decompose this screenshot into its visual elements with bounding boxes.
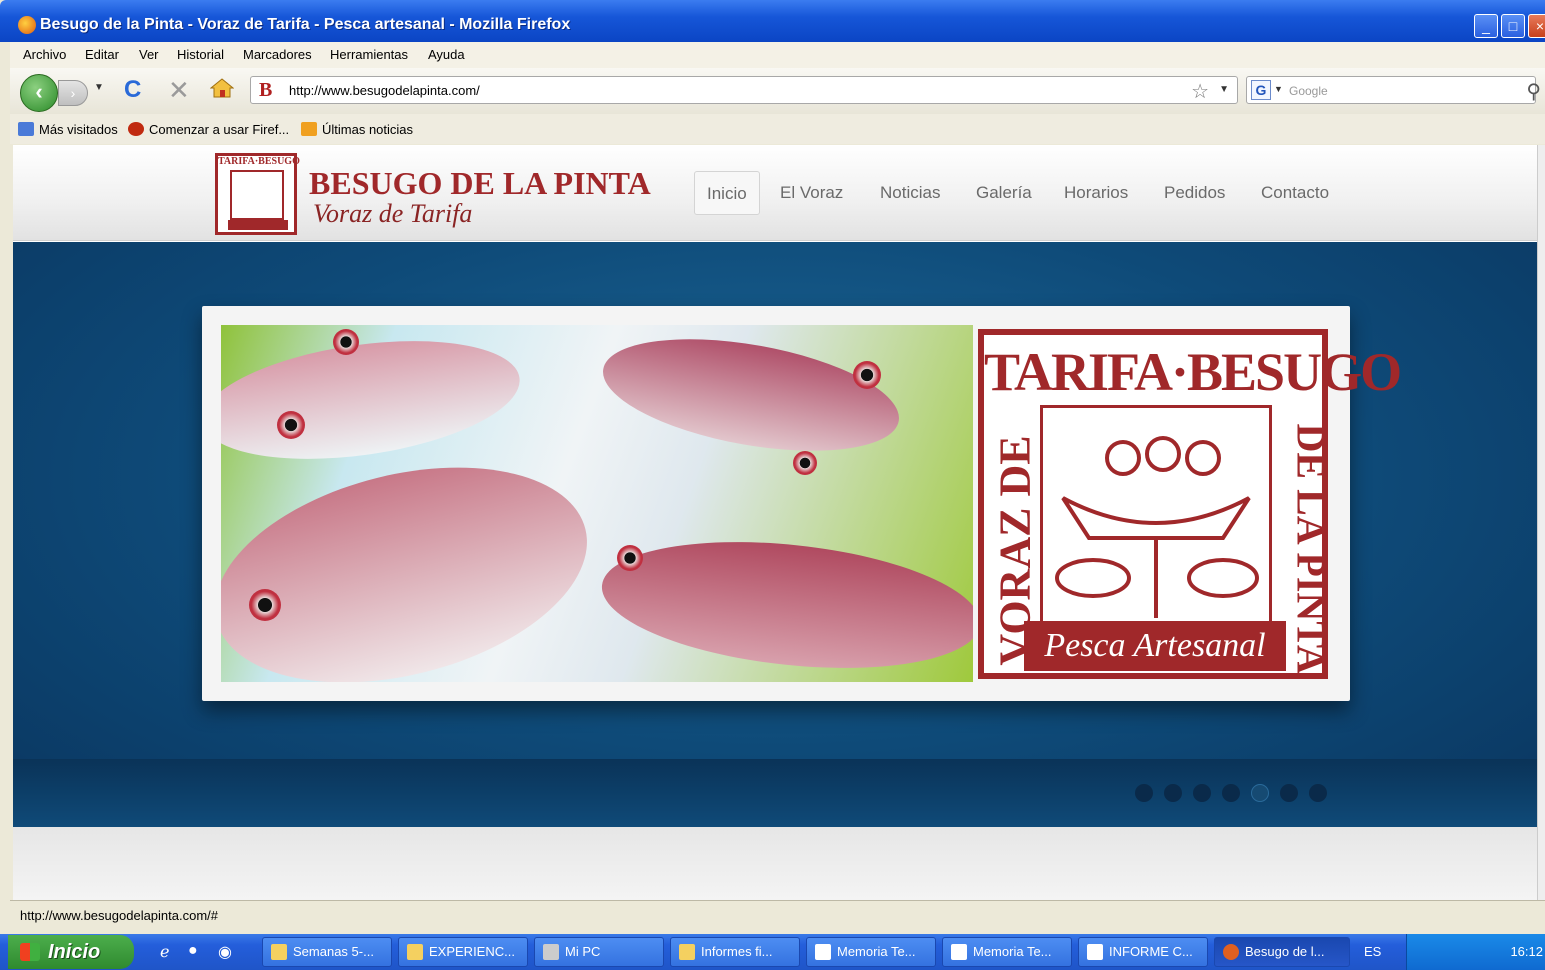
system-tray: 16:12 (1406, 934, 1545, 970)
search-bar[interactable]: G ▼ Google ⚲ (1246, 76, 1541, 104)
reload-icon[interactable]: C (124, 76, 141, 104)
bookmarks-bar: Más visitados Comenzar a usar Firef... Ú… (10, 114, 1545, 144)
task-memoria-2[interactable]: Memoria Te... (942, 937, 1072, 967)
task-mi-pc[interactable]: Mi PC (534, 937, 664, 967)
site-favicon: B (259, 79, 273, 101)
web-page: TARIFA·BESUGO BESUGO DE LA PINTA Voraz d… (13, 145, 1537, 900)
slider-dot[interactable] (1193, 784, 1211, 802)
firefox-bookmark-icon (128, 122, 144, 136)
bookmark-ultimas-noticias[interactable]: Últimas noticias (301, 122, 413, 137)
brand-name[interactable]: BESUGO DE LA PINTA (309, 165, 651, 202)
menu-bar: Archivo Editar Ver Historial Marcadores … (10, 42, 1545, 68)
slider-dot[interactable] (1135, 784, 1153, 802)
url-dropdown-icon[interactable]: ▼ (1219, 84, 1229, 95)
stamp-illustration (1040, 405, 1272, 643)
navigation-toolbar: ‹ › ▼ C ✕ B http://www.besugodelapinta.c… (10, 68, 1545, 114)
url-text[interactable]: http://www.besugodelapinta.com/ (289, 83, 480, 98)
status-text: http://www.besugodelapinta.com/# (20, 908, 219, 923)
task-informe-c[interactable]: INFORME C... (1078, 937, 1208, 967)
menu-herramientas[interactable]: Herramientas (330, 47, 408, 62)
brand-tagline: Voraz de Tarifa (313, 199, 473, 228)
rss-icon (301, 122, 317, 136)
minimize-button[interactable]: _ (1474, 14, 1498, 38)
stamp-top-text: TARIFA·BESUGO (984, 342, 1402, 402)
fish-eye (277, 411, 305, 439)
url-bar[interactable]: B http://www.besugodelapinta.com/ ☆ ▼ (250, 76, 1238, 104)
google-engine-icon[interactable]: G (1251, 80, 1271, 100)
menu-historial[interactable]: Historial (177, 47, 224, 62)
stamp-right-text: DE LA PINTA (1288, 423, 1334, 674)
quicklaunch-icon-2[interactable]: ◉ (218, 942, 232, 962)
content-area (13, 827, 1537, 900)
fish-eye (617, 545, 643, 571)
start-button[interactable]: Inicio (8, 935, 134, 969)
nav-pedidos[interactable]: Pedidos (1164, 171, 1225, 215)
stop-icon[interactable]: ✕ (168, 75, 190, 106)
nav-galeria[interactable]: Galería (976, 171, 1032, 215)
site-header: TARIFA·BESUGO BESUGO DE LA PINTA Voraz d… (13, 145, 1537, 241)
site-logo[interactable]: TARIFA·BESUGO (215, 153, 300, 235)
nav-inicio[interactable]: Inicio (694, 171, 760, 215)
nav-el-voraz[interactable]: El Voraz (780, 171, 843, 215)
slide-frame: TARIFA·BESUGO VORAZ DE DE LA PINTA Pesca… (202, 306, 1402, 701)
task-experienc[interactable]: EXPERIENC... (398, 937, 528, 967)
back-button[interactable]: ‹ (20, 74, 58, 112)
nav-noticias[interactable]: Noticias (880, 171, 940, 215)
fish-eye (249, 589, 281, 621)
hero-slider: TARIFA·BESUGO VORAZ DE DE LA PINTA Pesca… (13, 242, 1537, 827)
menu-marcadores[interactable]: Marcadores (243, 47, 312, 62)
clock[interactable]: 16:12 (1510, 944, 1543, 959)
bookmark-mas-visitados[interactable]: Más visitados (18, 122, 118, 137)
fish-eye (853, 361, 881, 389)
language-indicator[interactable]: ES (1364, 944, 1381, 959)
task-besugo[interactable]: Besugo de l... (1214, 937, 1350, 967)
menu-archivo[interactable]: Archivo (23, 47, 66, 62)
fish-eye (333, 329, 359, 355)
slider-dot[interactable] (1309, 784, 1327, 802)
search-icon[interactable]: ⚲ (1526, 79, 1541, 104)
history-dropdown-icon[interactable]: ▼ (94, 82, 104, 93)
stamp-bottom-text: Pesca Artesanal (1024, 621, 1286, 671)
fish-eye (793, 451, 817, 475)
menu-ayuda[interactable]: Ayuda (428, 47, 465, 62)
ie-icon[interactable]: ℯ (160, 942, 169, 962)
nav-horarios[interactable]: Horarios (1064, 171, 1128, 215)
home-icon[interactable] (210, 78, 234, 98)
engine-dropdown-icon[interactable]: ▼ (1274, 84, 1283, 94)
status-bar: http://www.besugodelapinta.com/# (10, 900, 1545, 930)
quicklaunch-icon[interactable]: ● (188, 942, 198, 960)
window-title: Besugo de la Pinta - Voraz de Tarifa - P… (40, 16, 571, 33)
slider-dot[interactable] (1164, 784, 1182, 802)
taskbar: Inicio ℯ ● ◉ Semanas 5-... EXPERIENC... … (0, 934, 1545, 970)
menu-ver[interactable]: Ver (139, 47, 159, 62)
close-button[interactable]: × (1528, 14, 1545, 38)
slider-dot[interactable] (1280, 784, 1298, 802)
search-placeholder[interactable]: Google (1289, 84, 1328, 98)
task-semanas[interactable]: Semanas 5-... (262, 937, 392, 967)
menu-editar[interactable]: Editar (85, 47, 119, 62)
maximize-button[interactable]: □ (1501, 14, 1525, 38)
windows-flag-icon (20, 943, 40, 961)
title-bar: Besugo de la Pinta - Voraz de Tarifa - P… (0, 0, 1545, 42)
forward-button[interactable]: › (58, 80, 88, 106)
nav-contacto[interactable]: Contacto (1261, 171, 1329, 215)
vertical-scrollbar[interactable] (1537, 145, 1545, 900)
folder-icon (18, 122, 34, 136)
firefox-icon (18, 16, 36, 34)
bookmark-star-icon[interactable]: ☆ (1191, 79, 1209, 104)
task-informes[interactable]: Informes fi... (670, 937, 800, 967)
tarifa-besugo-stamp[interactable]: TARIFA·BESUGO VORAZ DE DE LA PINTA Pesca… (978, 329, 1402, 679)
slider-dot[interactable] (1222, 784, 1240, 802)
slider-dot-active[interactable] (1251, 784, 1269, 802)
task-memoria-1[interactable]: Memoria Te... (806, 937, 936, 967)
browser-window: Besugo de la Pinta - Voraz de Tarifa - P… (0, 0, 1545, 970)
fish-photo[interactable] (221, 325, 973, 682)
bookmark-comenzar[interactable]: Comenzar a usar Firef... (128, 122, 289, 137)
